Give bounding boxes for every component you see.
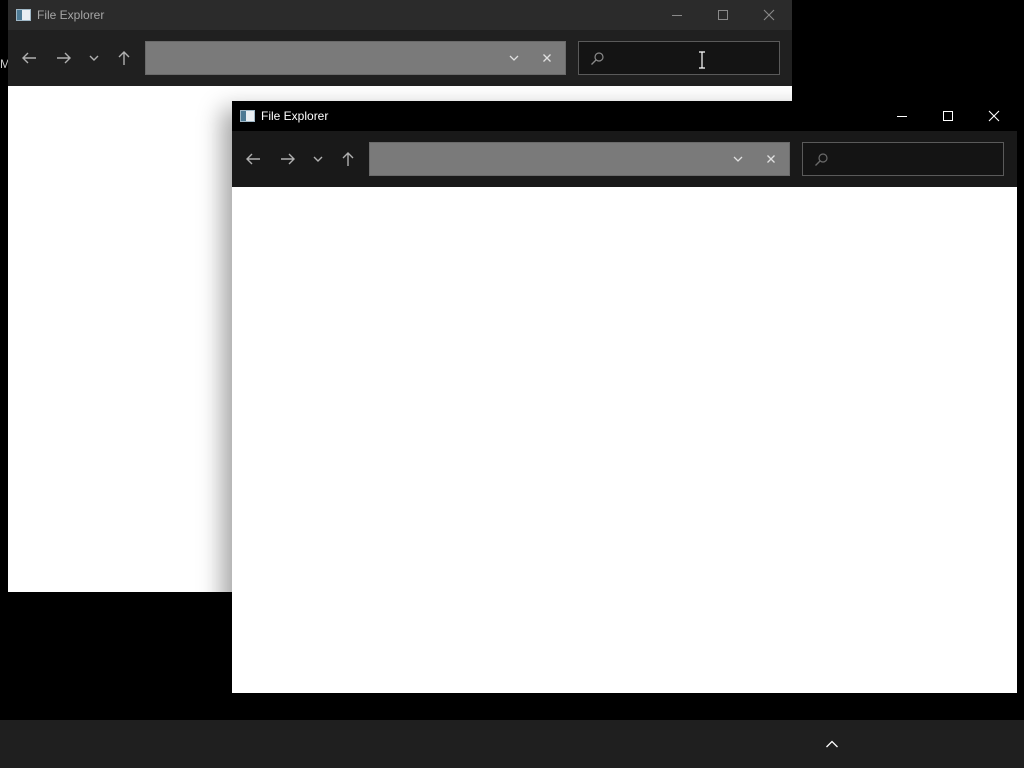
close-icon bbox=[543, 54, 551, 62]
arrow-left-icon bbox=[246, 153, 260, 165]
close-button[interactable] bbox=[746, 0, 792, 30]
arrow-right-icon bbox=[57, 52, 71, 64]
search-box[interactable] bbox=[578, 41, 780, 75]
title-bar[interactable]: File Explorer bbox=[232, 101, 1017, 131]
address-clear-button[interactable] bbox=[756, 143, 786, 175]
chevron-down-icon bbox=[89, 55, 99, 61]
taskbar bbox=[0, 720, 1024, 768]
window-title: File Explorer bbox=[261, 109, 329, 123]
address-input[interactable] bbox=[152, 42, 495, 74]
window-title: File Explorer bbox=[37, 8, 105, 22]
file-explorer-window-front[interactable]: File Explorer bbox=[232, 101, 1017, 693]
desktop: M File Explorer File Explorer bbox=[0, 0, 1024, 768]
close-icon bbox=[767, 155, 775, 163]
chevron-down-icon bbox=[313, 156, 323, 162]
close-icon bbox=[763, 9, 775, 21]
up-button[interactable] bbox=[336, 148, 360, 170]
minimize-icon bbox=[672, 15, 682, 16]
minimize-button[interactable] bbox=[879, 101, 925, 131]
text-cursor-icon bbox=[699, 51, 705, 69]
address-bar[interactable] bbox=[145, 41, 566, 75]
address-bar[interactable] bbox=[369, 142, 790, 176]
title-bar[interactable]: File Explorer bbox=[8, 0, 792, 30]
caption-buttons bbox=[879, 101, 1017, 131]
close-button[interactable] bbox=[971, 101, 1017, 131]
chevron-down-icon bbox=[733, 156, 743, 162]
recent-locations-button[interactable] bbox=[82, 47, 106, 69]
forward-button[interactable] bbox=[52, 47, 76, 69]
maximize-button[interactable] bbox=[925, 101, 971, 131]
search-icon bbox=[591, 52, 604, 65]
chevron-up-icon bbox=[826, 740, 838, 748]
arrow-left-icon bbox=[22, 52, 36, 64]
maximize-button[interactable] bbox=[700, 0, 746, 30]
search-input[interactable] bbox=[835, 143, 997, 175]
recent-locations-button[interactable] bbox=[306, 148, 330, 170]
arrow-up-icon bbox=[342, 152, 354, 166]
navigation-toolbar bbox=[232, 131, 1017, 187]
address-input[interactable] bbox=[376, 143, 719, 175]
search-icon bbox=[815, 153, 828, 166]
back-button[interactable] bbox=[17, 47, 41, 69]
search-box[interactable] bbox=[802, 142, 1004, 176]
address-dropdown-button[interactable] bbox=[499, 42, 529, 74]
up-button[interactable] bbox=[112, 47, 136, 69]
arrow-right-icon bbox=[281, 153, 295, 165]
search-input[interactable] bbox=[611, 42, 773, 74]
close-icon bbox=[988, 110, 1000, 122]
caption-buttons bbox=[654, 0, 792, 30]
forward-button[interactable] bbox=[276, 148, 300, 170]
file-list-area[interactable] bbox=[232, 187, 1017, 693]
back-button[interactable] bbox=[241, 148, 265, 170]
maximize-icon bbox=[943, 111, 953, 121]
file-explorer-icon bbox=[240, 110, 255, 122]
navigation-toolbar bbox=[8, 30, 792, 86]
minimize-button[interactable] bbox=[654, 0, 700, 30]
maximize-icon bbox=[718, 10, 728, 20]
file-explorer-icon bbox=[16, 9, 31, 21]
address-clear-button[interactable] bbox=[532, 42, 562, 74]
show-hidden-icons-button[interactable] bbox=[820, 734, 844, 754]
address-dropdown-button[interactable] bbox=[723, 143, 753, 175]
desktop-partial-label: M bbox=[0, 57, 8, 71]
minimize-icon bbox=[897, 116, 907, 117]
arrow-up-icon bbox=[118, 51, 130, 65]
chevron-down-icon bbox=[509, 55, 519, 61]
